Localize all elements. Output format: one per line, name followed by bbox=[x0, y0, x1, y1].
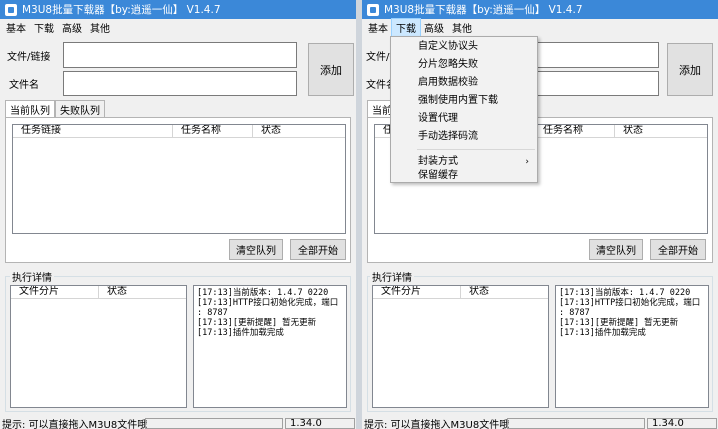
menu-separator bbox=[417, 149, 535, 150]
menu-other[interactable]: 其他 bbox=[448, 19, 476, 36]
task-list-header: 任务链接 任务名称 状态 bbox=[13, 125, 345, 138]
menu-item-keep-cache[interactable]: 保留缓存 bbox=[391, 169, 537, 183]
log-output[interactable]: [17:13]当前版本: 1.4.7 0220 [17:13]HTTP接口初始化… bbox=[193, 285, 347, 408]
window-title: M3U8批量下载器【by:逍遥一仙】 V1.4.7 bbox=[22, 4, 221, 16]
column-segment[interactable]: 文件分片 bbox=[11, 286, 99, 299]
start-all-button[interactable]: 全部开始 bbox=[650, 239, 706, 260]
column-segment-status[interactable]: 状态 bbox=[461, 286, 548, 299]
status-version: 1.34.0 bbox=[285, 418, 355, 429]
queue-tabs: 当前队列 失败队列 bbox=[5, 100, 105, 118]
filename-label: 文件名 bbox=[9, 80, 39, 91]
details-group: 文件分片 状态 [17:13]当前版本: 1.4.7 0220 [17:13]H… bbox=[5, 276, 351, 412]
app-icon bbox=[5, 3, 17, 16]
task-list[interactable]: 任务链接 任务名称 状态 bbox=[12, 124, 346, 234]
tab-failed-queue[interactable]: 失败队列 bbox=[55, 100, 105, 117]
status-panel-empty bbox=[507, 418, 645, 429]
url-label: 文件/链接 bbox=[7, 52, 51, 63]
tab-current-queue[interactable]: 当前队列 bbox=[5, 100, 55, 118]
menu-other[interactable]: 其他 bbox=[86, 19, 114, 36]
status-hint: 提示: 可以直接拖入M3U8文件哦 bbox=[364, 419, 510, 429]
window-title: M3U8批量下载器【by:逍遥一仙】 V1.4.7 bbox=[384, 4, 583, 16]
menu-item-ignore-segment-failure[interactable]: 分片忽略失败 bbox=[391, 56, 537, 74]
column-segment-status[interactable]: 状态 bbox=[99, 286, 186, 299]
menu-basic[interactable]: 基本 bbox=[2, 19, 30, 36]
menu-advanced[interactable]: 高级 bbox=[58, 19, 86, 36]
menu-basic[interactable]: 基本 bbox=[364, 19, 392, 36]
filename-input[interactable] bbox=[63, 71, 297, 96]
url-input[interactable] bbox=[63, 42, 297, 68]
column-task-name[interactable]: 任务名称 bbox=[173, 125, 253, 138]
menu-download[interactable]: 下载 bbox=[30, 19, 58, 36]
clear-queue-button[interactable]: 清空队列 bbox=[229, 239, 283, 260]
start-all-button[interactable]: 全部开始 bbox=[290, 239, 346, 260]
title-bar[interactable]: M3U8批量下载器【by:逍遥一仙】 V1.4.7 bbox=[362, 0, 718, 19]
app-icon bbox=[367, 3, 379, 16]
menu-download[interactable]: 下载 bbox=[391, 18, 421, 37]
details-group-title: 执行详情 bbox=[10, 269, 54, 284]
add-button[interactable]: 添加 bbox=[667, 43, 713, 96]
column-task-name[interactable]: 任务名称 bbox=[535, 125, 615, 138]
column-status[interactable]: 状态 bbox=[615, 125, 707, 138]
download-menu-dropdown: 自定义协议头 分片忽略失败 启用数据校验 强制使用内置下载 设置代理 手动选择码… bbox=[390, 36, 538, 183]
column-segment[interactable]: 文件分片 bbox=[373, 286, 461, 299]
segment-list[interactable]: 文件分片 状态 bbox=[372, 285, 549, 408]
segment-list-header: 文件分片 状态 bbox=[373, 286, 548, 299]
menu-item-set-proxy[interactable]: 设置代理 bbox=[391, 110, 537, 128]
menu-item-container-format-label: 封装方式 bbox=[418, 156, 458, 167]
status-bar: 提示: 可以直接拖入M3U8文件哦 1.34.0 bbox=[362, 417, 718, 429]
main-window-left: M3U8批量下载器【by:逍遥一仙】 V1.4.7 基本 下载 高级 其他 文件… bbox=[0, 0, 356, 429]
log-output[interactable]: [17:13]当前版本: 1.4.7 0220 [17:13]HTTP接口初始化… bbox=[555, 285, 709, 408]
status-bar: 提示: 可以直接拖入M3U8文件哦 1.34.0 bbox=[0, 417, 356, 429]
menu-bar: 基本 下载 高级 其他 bbox=[362, 18, 718, 37]
details-group-title: 执行详情 bbox=[370, 269, 414, 284]
title-bar[interactable]: M3U8批量下载器【by:逍遥一仙】 V1.4.7 bbox=[0, 0, 356, 19]
menu-advanced[interactable]: 高级 bbox=[420, 19, 448, 36]
menu-item-select-stream[interactable]: 手动选择码流 bbox=[391, 128, 537, 146]
add-button[interactable]: 添加 bbox=[308, 43, 354, 96]
queue-panel: 任务链接 任务名称 状态 清空队列 全部开始 bbox=[5, 117, 351, 263]
clear-queue-button[interactable]: 清空队列 bbox=[589, 239, 643, 260]
menu-item-force-builtin-download[interactable]: 强制使用内置下载 bbox=[391, 92, 537, 110]
column-task-link[interactable]: 任务链接 bbox=[13, 125, 173, 138]
menu-item-enable-data-validation[interactable]: 启用数据校验 bbox=[391, 74, 537, 92]
status-hint: 提示: 可以直接拖入M3U8文件哦 bbox=[2, 419, 148, 429]
status-panel-empty bbox=[145, 418, 283, 429]
menu-bar: 基本 下载 高级 其他 bbox=[0, 19, 356, 36]
details-group: 文件分片 状态 [17:13]当前版本: 1.4.7 0220 [17:13]H… bbox=[367, 276, 713, 412]
column-status[interactable]: 状态 bbox=[253, 125, 345, 138]
segment-list-header: 文件分片 状态 bbox=[11, 286, 186, 299]
menu-item-custom-headers[interactable]: 自定义协议头 bbox=[391, 38, 537, 56]
status-version: 1.34.0 bbox=[647, 418, 717, 429]
segment-list[interactable]: 文件分片 状态 bbox=[10, 285, 187, 408]
